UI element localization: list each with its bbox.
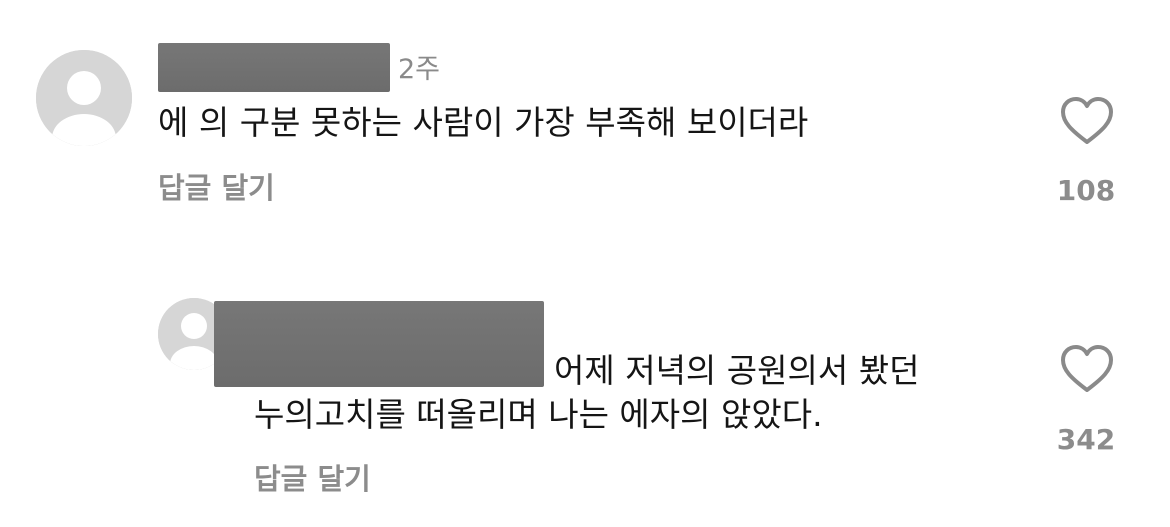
- reply-button[interactable]: 답글 달기: [158, 174, 275, 203]
- heart-outline-icon: [1061, 345, 1113, 392]
- default-profile-icon: [36, 50, 132, 146]
- comment: 2주 에 의 구분 못하는 사람이 가장 부족해 보이더라 답글 달기 108: [0, 0, 1170, 230]
- like-count: 342: [1056, 423, 1116, 456]
- reply-comment: 어제 저녁의 공원의서 봤던 누의고치를 떠올리며 나는 에자의 앉았다. 답글…: [0, 280, 1170, 527]
- comment-time: 2주: [398, 54, 441, 85]
- comment-text-line-2: 누의고치를 떠올리며 나는 에자의 앉았다.: [254, 395, 823, 434]
- username-redacted[interactable]: [214, 301, 544, 387]
- username-redacted[interactable]: [158, 43, 390, 92]
- like-count: 108: [1056, 174, 1116, 207]
- avatar[interactable]: [36, 50, 132, 146]
- like-button[interactable]: [1059, 96, 1115, 146]
- reply-button[interactable]: 답글 달기: [254, 465, 371, 494]
- heart-outline-icon: [1061, 97, 1113, 144]
- like-button[interactable]: [1059, 344, 1115, 394]
- comment-text: 에 의 구분 못하는 사람이 가장 부족해 보이더라: [158, 103, 809, 142]
